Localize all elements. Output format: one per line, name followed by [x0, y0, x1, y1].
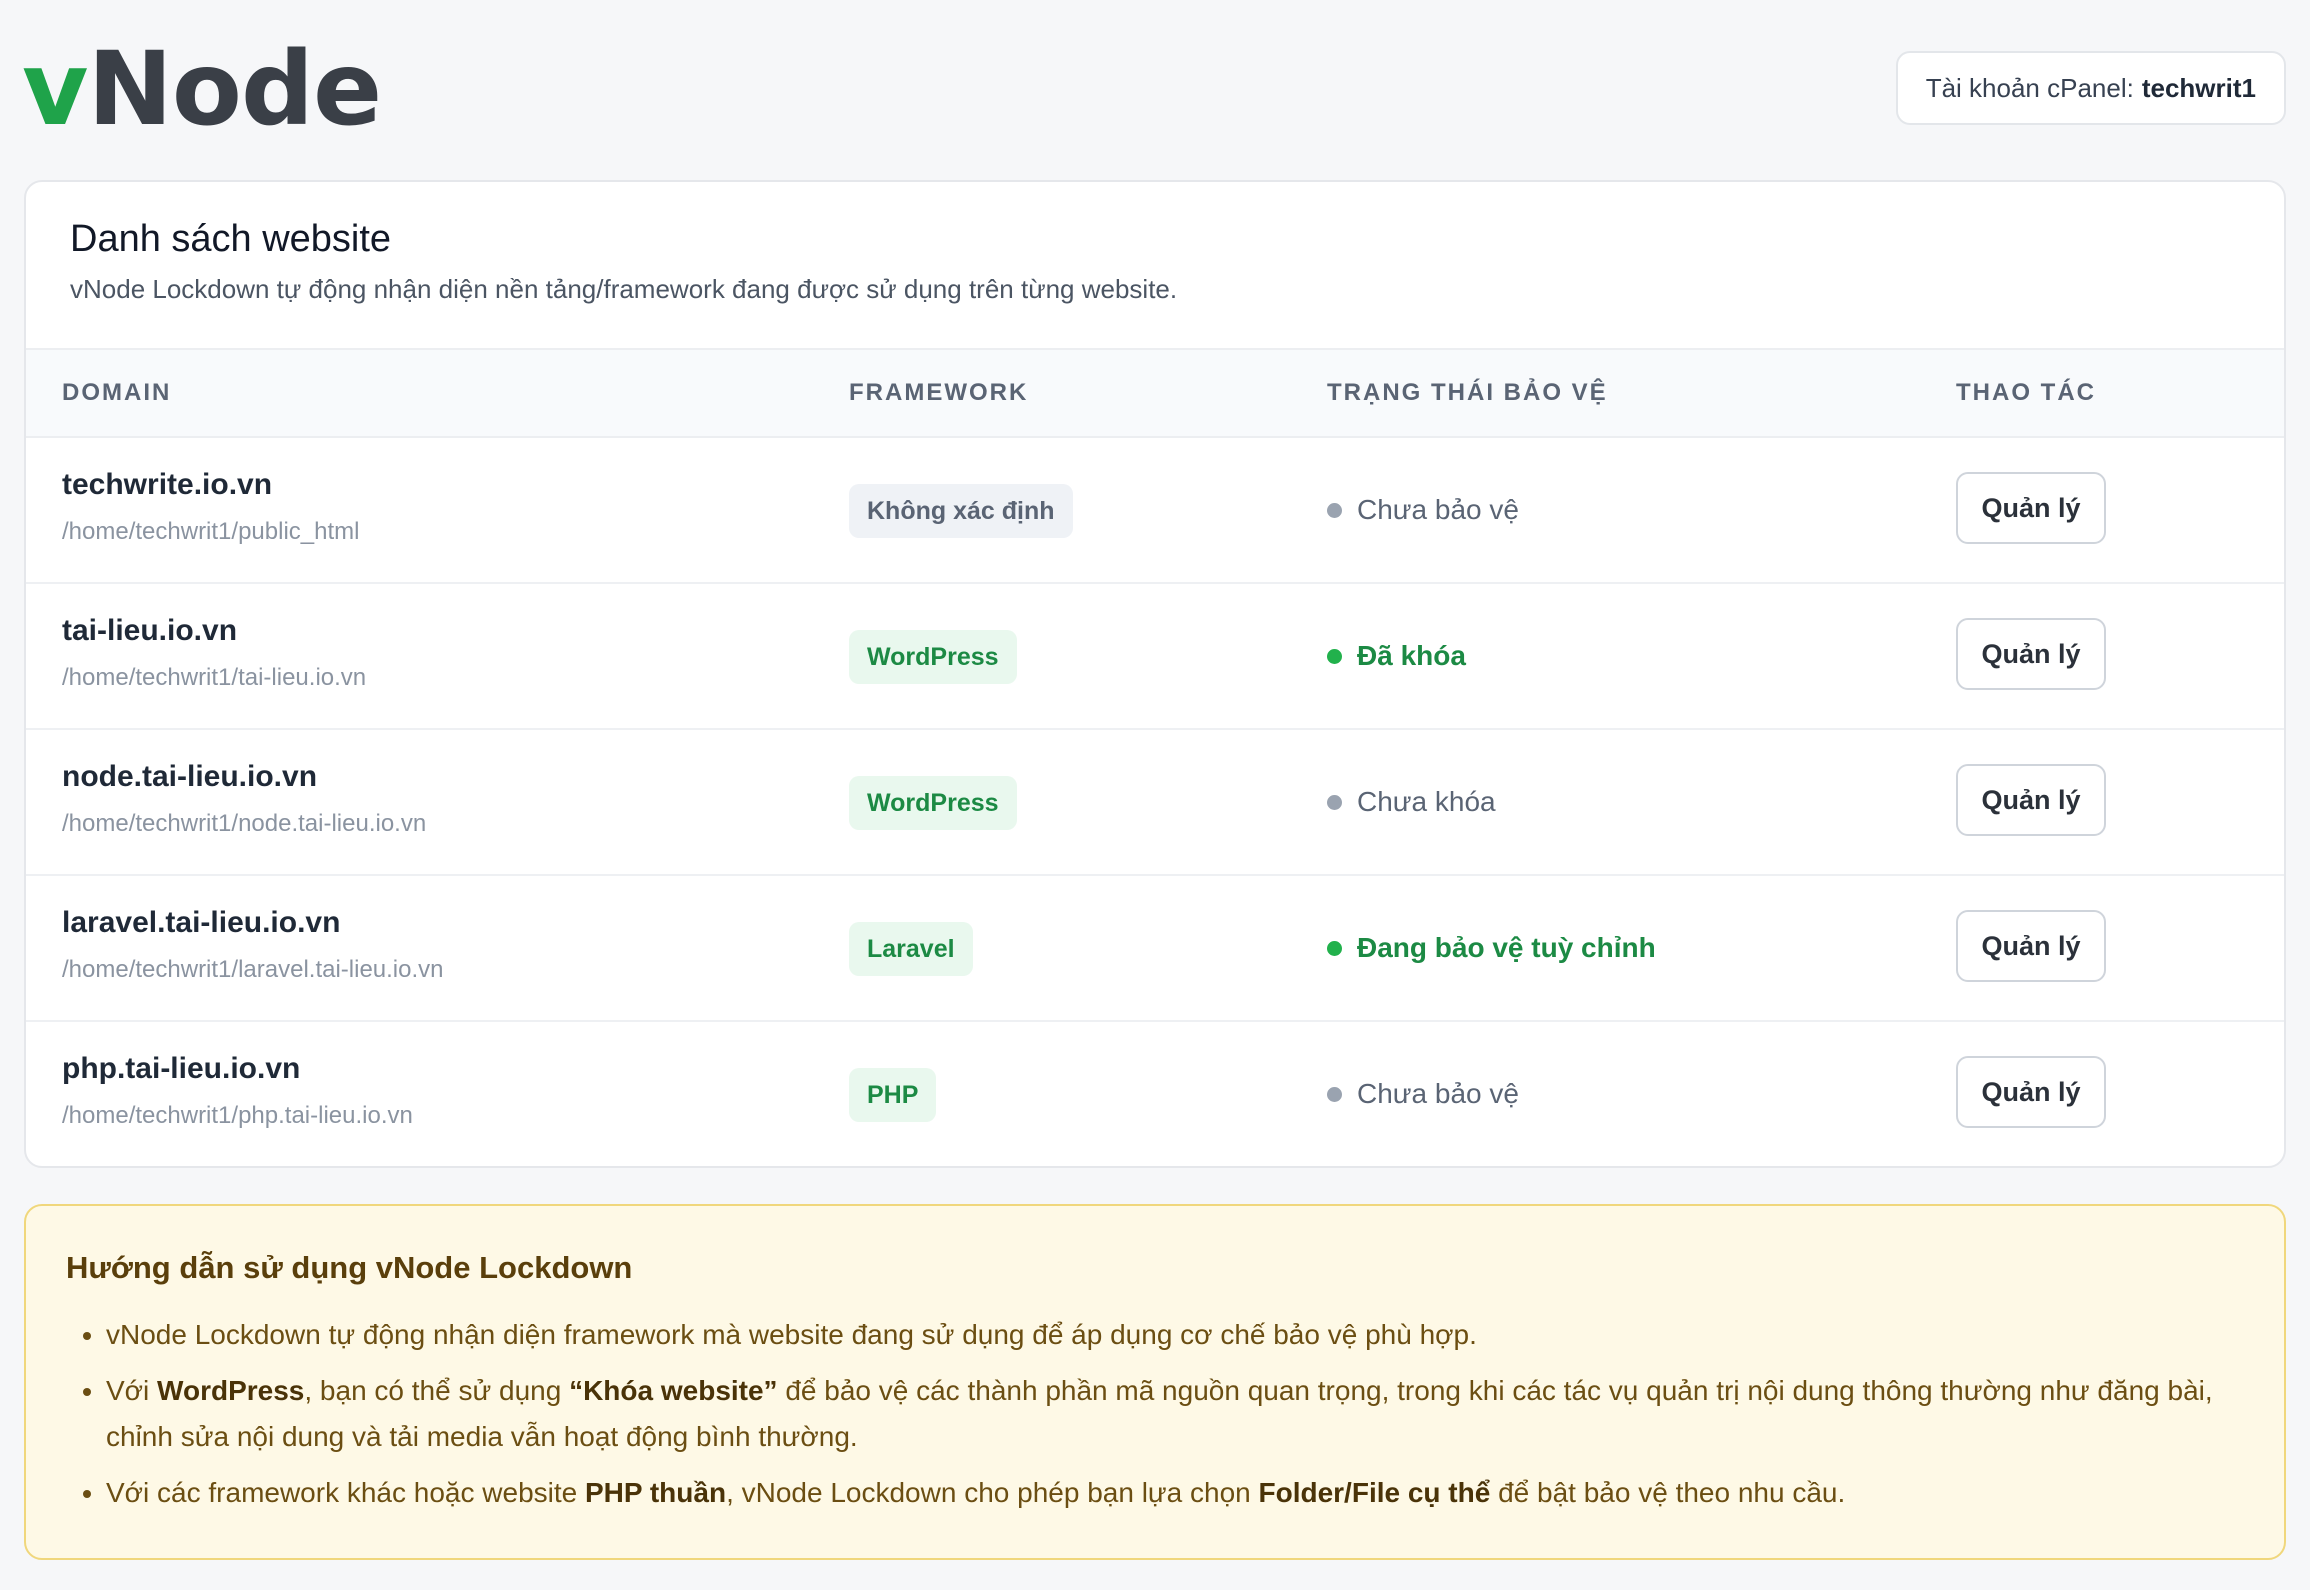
manage-button[interactable]: Quản lý — [1956, 764, 2106, 836]
protection-status: Đang bảo vệ tuỳ chỉnh — [1327, 932, 1656, 964]
table-row: tai-lieu.io.vn/home/techwrit1/tai-lieu.i… — [26, 584, 2284, 730]
table-row: node.tai-lieu.io.vn/home/techwrit1/node.… — [26, 730, 2284, 876]
column-header-action: THAO TÁC — [1956, 379, 2096, 406]
domain-name: node.tai-lieu.io.vn — [62, 760, 318, 793]
framework-badge: WordPress — [849, 630, 1017, 684]
domain-path: /home/techwrit1/laravel.tai-lieu.io.vn — [62, 956, 444, 983]
domain-name: tai-lieu.io.vn — [62, 614, 238, 647]
manage-button[interactable]: Quản lý — [1956, 472, 2106, 544]
manage-button[interactable]: Quản lý — [1956, 1056, 2106, 1128]
protection-status: Chưa bảo vệ — [1327, 1078, 1519, 1110]
framework-badge: Laravel — [849, 922, 973, 976]
column-header-domain: DOMAIN — [62, 379, 172, 406]
framework-badge: WordPress — [849, 776, 1017, 830]
protection-status: Đã khóa — [1327, 640, 1466, 672]
cpanel-account-badge: Tài khoản cPanel: techwrit1 — [1895, 51, 2286, 125]
website-list-card: Danh sách website vNode Lockdown tự động… — [24, 180, 2286, 1168]
status-label: Chưa bảo vệ — [1357, 1078, 1519, 1109]
protection-status: Chưa bảo vệ — [1327, 494, 1519, 526]
column-header-framework: FRAMEWORK — [849, 379, 1029, 406]
domain-name: php.tai-lieu.io.vn — [62, 1052, 301, 1085]
status-label: Đang bảo vệ tuỳ chỉnh — [1357, 932, 1656, 963]
status-label: Chưa bảo vệ — [1357, 494, 1519, 525]
status-dot-icon — [1327, 502, 1342, 518]
card-header: Danh sách website vNode Lockdown tự động… — [26, 182, 2284, 350]
status-label: Chưa khóa — [1357, 786, 1496, 817]
framework-badge: Không xác định — [849, 484, 1073, 538]
cpanel-account-label: Tài khoản cPanel: — [1925, 72, 2134, 103]
page: vNode Tài khoản cPanel: techwrit1 Danh s… — [0, 0, 2310, 1590]
usage-guide-box: Hướng dẫn sử dụng vNode Lockdown vNode L… — [24, 1204, 2286, 1560]
protection-status: Chưa khóa — [1327, 786, 1496, 818]
manage-button[interactable]: Quản lý — [1956, 618, 2106, 690]
guide-title: Hướng dẫn sử dụng vNode Lockdown — [66, 1250, 633, 1285]
status-dot-icon — [1327, 648, 1342, 664]
status-label: Đã khóa — [1357, 640, 1466, 671]
table-row: php.tai-lieu.io.vn/home/techwrit1/php.ta… — [26, 1022, 2284, 1166]
table-row: laravel.tai-lieu.io.vn/home/techwrit1/la… — [26, 876, 2284, 1022]
status-dot-icon — [1327, 794, 1342, 810]
guide-list: vNode Lockdown tự động nhận diện framewo… — [66, 1312, 2276, 1526]
column-header-status: TRẠNG THÁI BẢO VỆ — [1327, 379, 1608, 406]
domain-name: techwrite.io.vn — [62, 468, 273, 501]
domain-path: /home/techwrit1/php.tai-lieu.io.vn — [62, 1102, 413, 1129]
guide-item: Với các framework khác hoặc website PHP … — [106, 1470, 2276, 1516]
table-header: DOMAIN FRAMEWORK TRẠNG THÁI BẢO VỆ THAO … — [26, 348, 2284, 438]
guide-item: Với WordPress, bạn có thể sử dụng “Khóa … — [106, 1368, 2276, 1460]
guide-item: vNode Lockdown tự động nhận diện framewo… — [106, 1312, 2276, 1358]
card-title: Danh sách website — [70, 218, 392, 260]
vnode-logo: vNode — [22, 30, 382, 149]
domain-name: laravel.tai-lieu.io.vn — [62, 906, 341, 939]
status-dot-icon — [1327, 1086, 1342, 1102]
domain-path: /home/techwrit1/tai-lieu.io.vn — [62, 664, 367, 691]
cpanel-username: techwrit1 — [2141, 72, 2256, 103]
status-dot-icon — [1327, 940, 1342, 956]
framework-badge: PHP — [849, 1068, 937, 1122]
manage-button[interactable]: Quản lý — [1956, 910, 2106, 982]
domain-path: /home/techwrit1/public_html — [62, 518, 360, 545]
domain-path: /home/techwrit1/node.tai-lieu.io.vn — [62, 810, 427, 837]
table-row: techwrite.io.vn/home/techwrit1/public_ht… — [26, 438, 2284, 584]
card-subtitle: vNode Lockdown tự động nhận diện nền tản… — [70, 274, 1178, 304]
